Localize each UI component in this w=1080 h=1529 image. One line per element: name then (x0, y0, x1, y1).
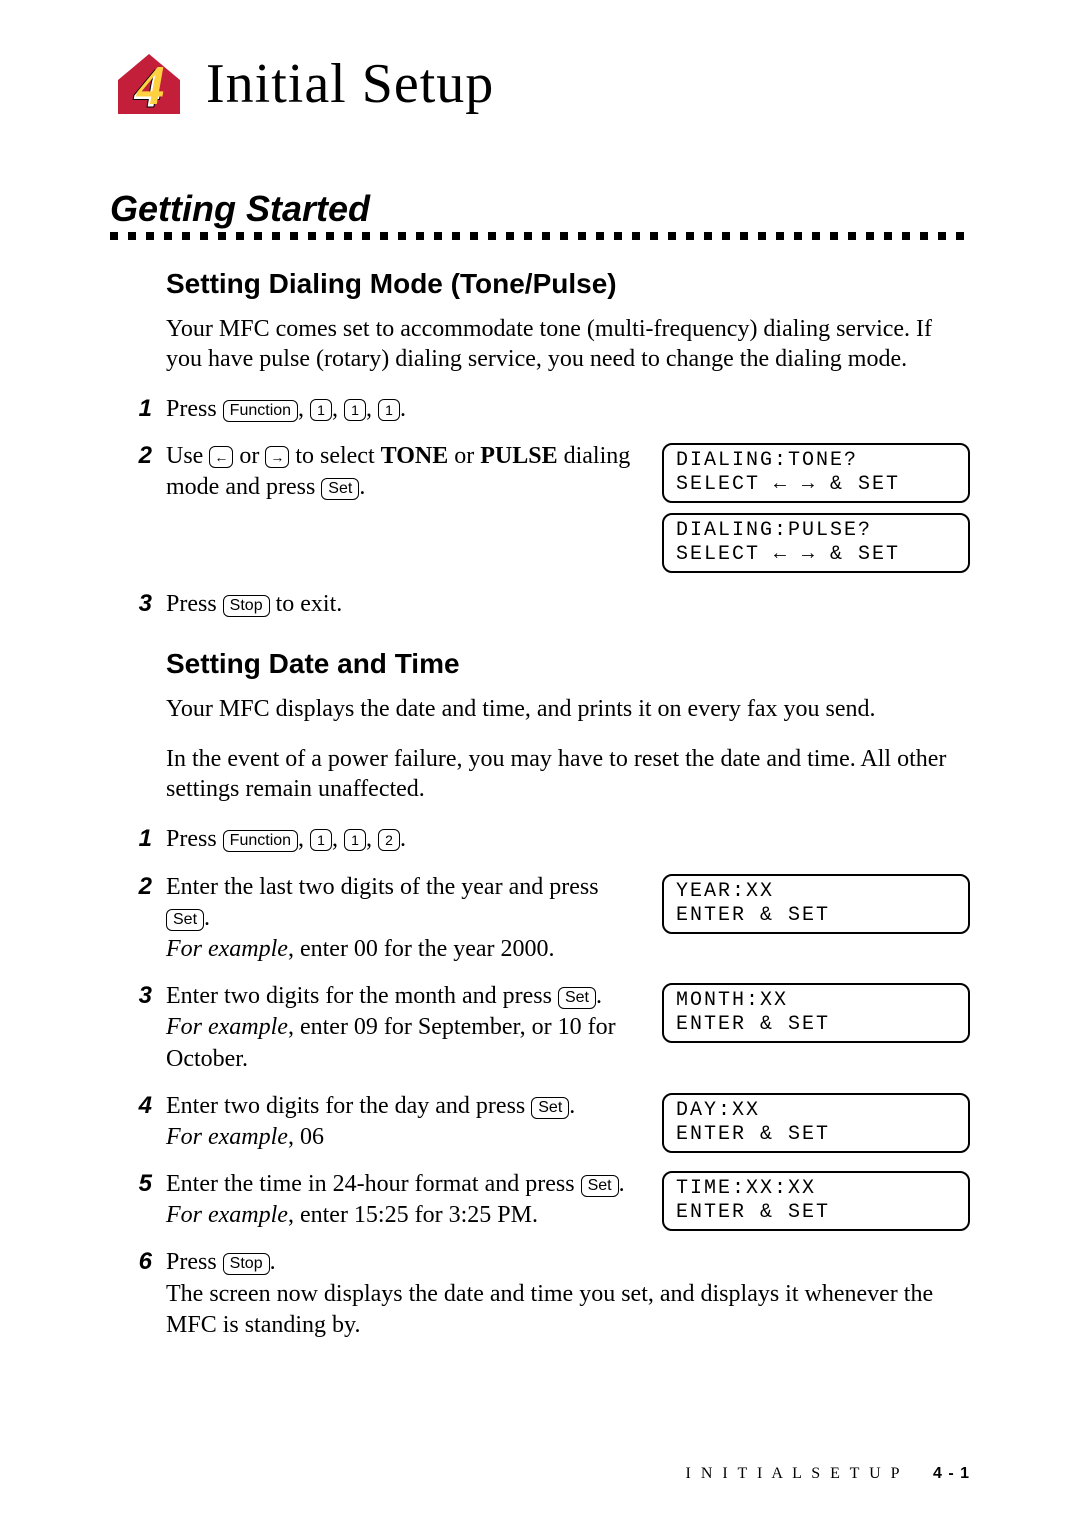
section-heading: Getting Started (110, 188, 970, 230)
lcd-display: TIME:XX:XX ENTER & SET (662, 1171, 970, 1231)
chapter-number-icon: 4 4 4 (110, 50, 188, 118)
step-text: Use ← or → to select TONE or PULSE diali… (166, 441, 970, 573)
step-number: 2 (130, 441, 152, 471)
dialing-steps: 1 Press Function, 1, 1, 1. 2 Use ← or → … (130, 394, 970, 620)
lcd-display: MONTH:XX ENTER & SET (662, 983, 970, 1043)
lcd-display: DIALING:TONE? SELECT ← → & SET (662, 443, 970, 503)
lcd-display: DIALING:PULSE? SELECT ← → & SET (662, 513, 970, 573)
key-1: 1 (344, 829, 366, 851)
lcd-display: DAY:XX ENTER & SET (662, 1093, 970, 1153)
footer-label: I N I T I A L S E T U P (686, 1465, 902, 1482)
step-text: Enter two digits for the day and press S… (166, 1091, 970, 1153)
step-text: Press Stop to exit. (166, 589, 970, 620)
chapter-title: Initial Setup (206, 52, 494, 116)
key-stop: Stop (223, 595, 270, 617)
key-set: Set (166, 909, 204, 931)
key-1: 1 (310, 399, 332, 421)
key-set: Set (531, 1097, 569, 1119)
step-number: 6 (130, 1247, 152, 1277)
step-number: 4 (130, 1091, 152, 1121)
step-text: Enter two digits for the month and press… (166, 981, 970, 1075)
subheading-datetime: Setting Date and Time (166, 648, 970, 680)
key-1: 1 (378, 399, 400, 421)
step-number: 3 (130, 589, 152, 619)
step-number: 5 (130, 1169, 152, 1199)
key-set: Set (321, 478, 359, 500)
step-number: 1 (130, 394, 152, 424)
step-text: Press Stop. The screen now displays the … (166, 1247, 970, 1341)
key-set: Set (558, 987, 596, 1009)
step-text: Press Function, 1, 1, 1. (166, 394, 970, 425)
chapter-header: 4 4 4 Initial Setup (110, 50, 970, 118)
step-number: 1 (130, 824, 152, 854)
key-right-arrow: → (265, 446, 289, 468)
subheading-dialing: Setting Dialing Mode (Tone/Pulse) (166, 268, 970, 300)
key-stop: Stop (223, 1253, 270, 1275)
step-text: Enter the time in 24-hour format and pre… (166, 1169, 970, 1231)
svg-text:4: 4 (136, 55, 165, 117)
key-2: 2 (378, 829, 400, 851)
step-number: 3 (130, 981, 152, 1011)
step-text: Enter the last two digits of the year an… (166, 872, 970, 966)
key-1: 1 (344, 399, 366, 421)
key-function: Function (223, 830, 298, 852)
key-1: 1 (310, 829, 332, 851)
step-text: Press Function, 1, 1, 2. (166, 824, 970, 855)
dotted-divider (110, 232, 970, 240)
datetime-steps: 1 Press Function, 1, 1, 2. 2 Enter the l… (130, 824, 970, 1341)
datetime-intro2: In the event of a power failure, you may… (166, 744, 970, 804)
key-left-arrow: ← (209, 446, 233, 468)
datetime-intro1: Your MFC displays the date and time, and… (166, 694, 970, 724)
key-function: Function (223, 400, 298, 422)
lcd-display: YEAR:XX ENTER & SET (662, 874, 970, 934)
page-number: 4 - 1 (933, 1465, 970, 1482)
key-set: Set (581, 1175, 619, 1197)
step-number: 2 (130, 872, 152, 902)
dialing-intro: Your MFC comes set to accommodate tone (… (166, 314, 970, 374)
page-footer: I N I T I A L S E T U P 4 - 1 (686, 1465, 970, 1483)
